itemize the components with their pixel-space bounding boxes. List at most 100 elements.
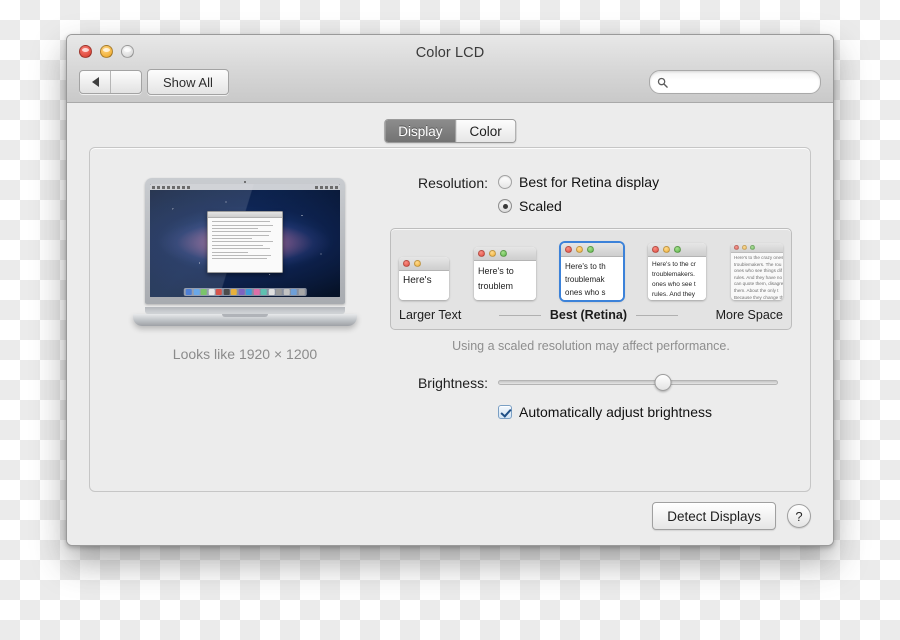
preview-dock	[183, 288, 307, 296]
macbook-base	[133, 314, 357, 326]
radio-selected-icon	[498, 199, 512, 213]
preview-document-window	[207, 211, 283, 274]
scaled-scale-labels: Larger Text Best (Retina) More Space	[399, 308, 783, 322]
camera-icon	[244, 180, 246, 183]
close-icon	[403, 260, 410, 267]
scaled-option-more-space[interactable]: Here's to the crazy ones troublemakers. …	[731, 243, 783, 300]
tab-display[interactable]: Display	[385, 120, 456, 142]
macbook-lid	[145, 178, 345, 304]
window-title: Color LCD	[415, 45, 485, 61]
label-larger-text: Larger Text	[399, 308, 462, 322]
thumb-line: troublemakers.	[652, 271, 695, 278]
window-footer: Detect Displays ?	[652, 502, 811, 530]
thumb-text: Here's	[399, 271, 449, 300]
slider-thumb[interactable]	[654, 374, 672, 391]
thumb-line: ones who see t	[652, 281, 696, 288]
brightness-label: Brightness:	[417, 375, 488, 391]
label-more-space: More Space	[715, 308, 783, 322]
close-icon	[565, 246, 572, 253]
help-button[interactable]: ?	[787, 504, 811, 528]
macbook-hinge	[145, 307, 345, 314]
thumb-titlebar	[561, 243, 623, 257]
macbook-illustration	[133, 178, 357, 326]
auto-brightness-checkbox[interactable]	[498, 405, 512, 419]
radio-label: Scaled	[519, 198, 562, 214]
display-settings-panel: Looks like 1920 × 1200 Resolution: Best …	[89, 147, 811, 492]
thumb-line: rules. And they	[652, 291, 695, 298]
auto-brightness-label: Automatically adjust brightness	[519, 404, 712, 420]
thumb-line: Here's to th	[565, 262, 606, 271]
show-all-button[interactable]: Show All	[147, 69, 229, 95]
rule-left	[498, 314, 541, 316]
minimize-icon	[414, 260, 421, 267]
resolution-row: Resolution: Best for Retina display Scal…	[390, 174, 792, 222]
scaled-option-4[interactable]: Here's to the cr troublemakers. ones who…	[648, 243, 706, 300]
minimize-icon	[742, 245, 747, 250]
back-button[interactable]	[80, 71, 110, 93]
thumb-titlebar	[731, 243, 783, 253]
scaled-option-larger-text[interactable]: Here's	[399, 257, 449, 300]
window-content: Display Color Looks like 1920 × 1200 Res…	[67, 103, 833, 545]
radio-scaled[interactable]: Scaled	[498, 198, 659, 214]
thumb-line: troublemak	[565, 275, 605, 284]
zoom-icon	[674, 246, 681, 253]
zoom-icon	[750, 245, 755, 250]
thumb-line: Here's to the crazy ones	[734, 255, 783, 260]
thumb-titlebar	[474, 247, 536, 261]
system-preferences-window: Color LCD Show All Display Color Looks l…	[66, 34, 834, 546]
close-icon	[734, 245, 739, 250]
search-input[interactable]	[671, 74, 807, 90]
thumb-text: Here's to the cr troublemakers. ones who…	[648, 257, 706, 300]
resolution-caption: Looks like 1920 × 1200	[172, 346, 318, 362]
display-preview: Looks like 1920 × 1200	[120, 178, 370, 362]
scaled-performance-hint: Using a scaled resolution may affect per…	[452, 339, 730, 353]
detect-displays-button[interactable]: Detect Displays	[652, 502, 776, 530]
brightness-row: Brightness:	[390, 374, 792, 391]
slider-track[interactable]	[498, 380, 778, 385]
close-icon	[478, 250, 485, 257]
tab-color[interactable]: Color	[455, 120, 515, 142]
thumb-text: Here's to the crazy ones troublemakers. …	[731, 253, 783, 300]
scaled-option-2[interactable]: Here's to troublem	[474, 247, 536, 300]
thumb-line: Here's	[403, 275, 432, 286]
scaled-option-best-retina[interactable]: Here's to th troublemak ones who s	[561, 243, 623, 300]
zoom-icon	[587, 246, 594, 253]
thumb-titlebar	[399, 257, 449, 271]
resolution-options: Best for Retina display Scaled	[498, 174, 659, 222]
thumb-line: rules. And they have no	[734, 274, 783, 280]
auto-brightness-row[interactable]: Automatically adjust brightness	[498, 404, 792, 420]
zoom-icon	[500, 250, 507, 257]
macbook-screen	[150, 184, 340, 297]
label-best-retina: Best (Retina)	[549, 308, 627, 322]
thumb-line: ones who see things dif	[734, 268, 783, 274]
preview-menubar	[150, 184, 340, 190]
thumb-titlebar	[648, 243, 706, 257]
thumb-line: Because they change th	[734, 294, 783, 300]
brightness-slider[interactable]	[498, 374, 778, 391]
thumb-line: troublemakers. The rou	[734, 261, 782, 267]
triangle-left-icon	[91, 77, 99, 87]
label-best-retina-group: Best (Retina)	[461, 308, 715, 322]
forward-button[interactable]	[110, 71, 141, 93]
resolution-label: Resolution:	[417, 175, 488, 191]
minimize-icon	[576, 246, 583, 253]
thumb-line: can quote them, disagre	[734, 281, 783, 287]
scaled-thumbnails: Here's Here's to troublem Here's to th t…	[399, 238, 783, 300]
nav-segmented-control[interactable]	[79, 70, 142, 94]
rule-right	[636, 314, 678, 316]
thumb-text: Here's to troublem	[474, 261, 536, 300]
close-icon	[652, 246, 659, 253]
display-controls: Resolution: Best for Retina display Scal…	[390, 174, 792, 420]
window-titlebar: Color LCD Show All	[67, 35, 833, 103]
radio-best-for-retina[interactable]: Best for Retina display	[498, 174, 659, 190]
search-icon	[657, 77, 668, 88]
thumb-text: Here's to th troublemak ones who s	[561, 257, 623, 300]
thumb-line: Here's to the cr	[652, 261, 696, 268]
scaled-resolution-chooser: Here's Here's to troublem Here's to th t…	[390, 228, 792, 330]
minimize-icon	[663, 246, 670, 253]
preview-document-text	[208, 218, 282, 262]
search-field[interactable]	[649, 70, 821, 94]
thumb-line: Here's to	[478, 266, 514, 276]
thumb-line: troublem	[478, 281, 514, 291]
minimize-icon	[489, 250, 496, 257]
